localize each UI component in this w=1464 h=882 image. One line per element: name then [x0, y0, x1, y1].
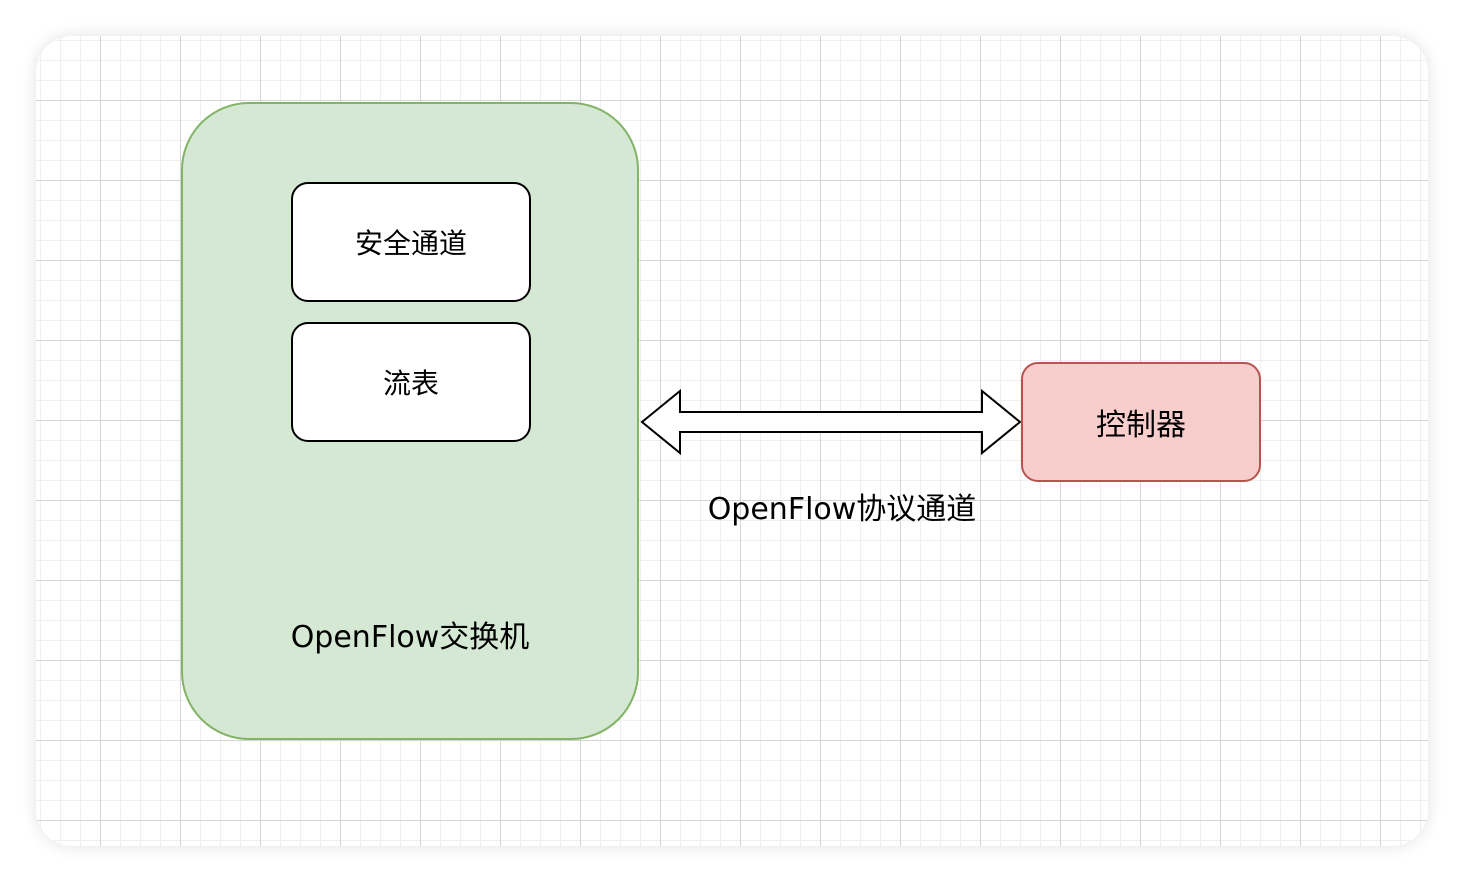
double-arrow-shape: [640, 388, 1022, 456]
openflow-channel-label: OpenFlow协议通道: [707, 492, 977, 527]
controller-box[interactable]: 控制器: [1021, 362, 1261, 482]
controller-label: 控制器: [1096, 408, 1186, 443]
